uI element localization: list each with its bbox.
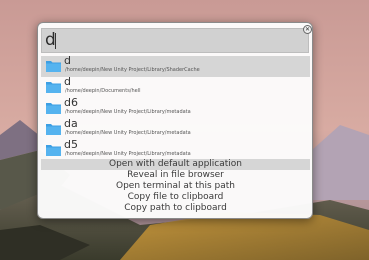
result-path: /home/deepin/New Unity Project/Library/S… — [65, 67, 200, 73]
result-item[interactable]: d /home/deepin/Documents/hell — [41, 75, 310, 98]
result-path: /home/deepin/Documents/hell — [65, 88, 141, 94]
result-path: /home/deepin/New Unity Project/Library/m… — [65, 109, 191, 115]
results-list: d /home/deepin/New Unity Project/Library… — [41, 54, 310, 161]
result-title: d6 — [64, 96, 78, 109]
result-title: da — [64, 117, 78, 130]
folder-icon — [46, 82, 61, 93]
folder-icon — [46, 103, 61, 114]
action-open-default[interactable]: Open with default application — [41, 159, 310, 170]
result-title: d5 — [64, 138, 78, 151]
folder-icon — [46, 61, 61, 72]
close-icon[interactable]: ✕ — [303, 25, 312, 34]
result-item[interactable]: d6 /home/deepin/New Unity Project/Librar… — [41, 96, 310, 119]
text-caret — [55, 33, 56, 49]
action-copy-path[interactable]: Copy path to clipboard — [41, 203, 310, 214]
action-copy-file[interactable]: Copy file to clipboard — [41, 192, 310, 203]
result-item[interactable]: d /home/deepin/New Unity Project/Library… — [41, 54, 310, 77]
result-path: /home/deepin/New Unity Project/Library/m… — [65, 130, 191, 136]
result-item[interactable]: da /home/deepin/New Unity Project/Librar… — [41, 117, 310, 140]
result-title: d — [64, 75, 71, 88]
actions-list: Open with default application Reveal in … — [41, 159, 310, 214]
result-title: d — [64, 54, 71, 67]
action-reveal-in-file-browser[interactable]: Reveal in file browser — [41, 170, 310, 181]
folder-icon — [46, 145, 61, 156]
action-open-terminal[interactable]: Open terminal at this path — [41, 181, 310, 192]
result-item[interactable]: d5 /home/deepin/New Unity Project/Librar… — [41, 138, 310, 161]
search-box[interactable]: d — [41, 28, 309, 53]
folder-icon — [46, 124, 61, 135]
result-path: /home/deepin/New Unity Project/Library/m… — [65, 151, 191, 157]
launcher-window: d ✕ d /home/deepin/New Unity Project/Lib… — [37, 22, 313, 219]
